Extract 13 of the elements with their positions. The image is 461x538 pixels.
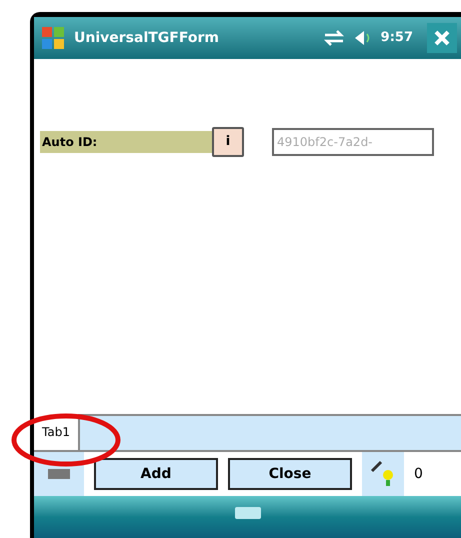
counter-text: 0 [414,464,423,484]
connectivity-icon [322,29,345,47]
info-button[interactable]: i [212,127,244,157]
field-label: Auto ID: [40,131,212,153]
window-title: UniversalTGFForm [74,28,220,48]
toolbar-button[interactable]: Add [94,458,218,490]
toolbar-button[interactable]: Close [228,458,352,490]
clock-time: 9:57 [380,29,413,48]
keyboard-icon [234,506,262,520]
close-icon [434,30,450,46]
close-button[interactable] [427,23,457,53]
keyboard-icon [47,468,71,480]
windows-logo-icon [40,25,66,51]
